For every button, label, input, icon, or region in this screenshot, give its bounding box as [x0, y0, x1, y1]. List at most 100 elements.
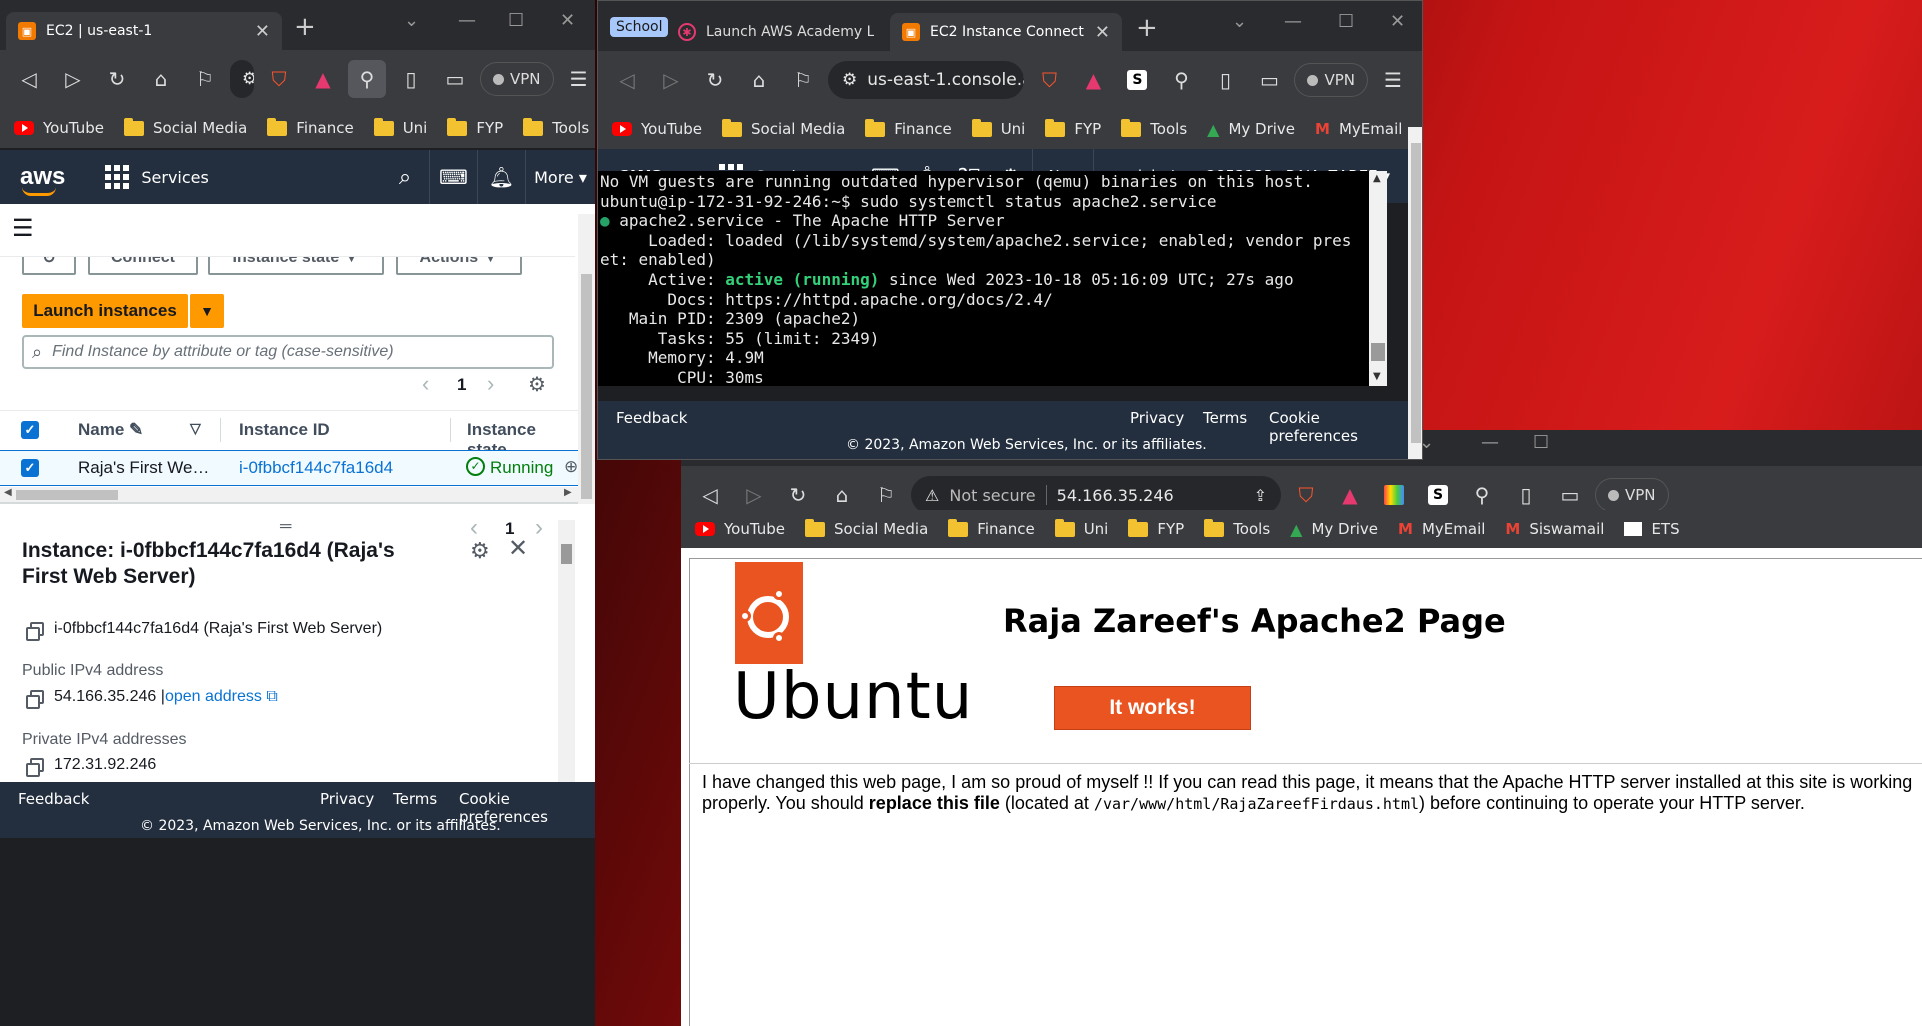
reload-icon[interactable]: ↻: [98, 60, 136, 98]
bookmark-tools[interactable]: Tools: [1121, 118, 1187, 138]
back-icon[interactable]: ◁: [10, 60, 48, 98]
menu-icon[interactable]: ☰: [560, 60, 595, 98]
close-tab-icon[interactable]: ✕: [245, 21, 270, 42]
new-tab-button[interactable]: +: [1136, 15, 1158, 41]
extensions-icon[interactable]: ⚲: [1463, 476, 1501, 514]
bookmark-finance[interactable]: Finance: [267, 117, 354, 137]
tab-learner-lab[interactable]: ✱ Launch AWS Academy Learner Lab: [666, 13, 886, 51]
bookmark-fyp[interactable]: FYP: [447, 117, 503, 137]
forward-icon[interactable]: ▷: [735, 476, 773, 514]
home-icon[interactable]: ⌂: [823, 476, 861, 514]
bookmark-tools[interactable]: Tools: [1204, 518, 1270, 538]
home-icon[interactable]: ⌂: [142, 60, 180, 98]
vpn-button[interactable]: VPN: [1595, 478, 1669, 512]
page-vertical-scrollbar[interactable]: [1408, 127, 1422, 459]
horizontal-scrollbar[interactable]: ◀ ▶: [0, 487, 578, 503]
search-field[interactable]: ⌕ Find Instance by attribute or tag (cas…: [22, 335, 554, 369]
vpn-button[interactable]: VPN: [480, 62, 554, 96]
bookmark-icon[interactable]: ⚐: [186, 60, 224, 98]
row-checkbox[interactable]: ✓: [21, 459, 39, 477]
bookmark-youtube[interactable]: YouTube: [14, 119, 104, 137]
preferences-gear-icon[interactable]: ⚙: [528, 372, 546, 397]
brave-shield-icon[interactable]: ⛉: [1287, 476, 1325, 514]
close-window-icon[interactable]: ✕: [560, 10, 575, 31]
home-icon[interactable]: ⌂: [740, 61, 778, 99]
scrollbar-thumb[interactable]: [581, 274, 592, 499]
bookmark-ets[interactable]: ETS: [1624, 520, 1680, 538]
zoom-icon[interactable]: ⊕: [564, 457, 578, 477]
url-text[interactable]: us-east-1.console.aws.a...: [867, 70, 1024, 90]
bookmark-uni[interactable]: Uni: [373, 117, 427, 137]
close-window-icon[interactable]: ✕: [1390, 11, 1405, 32]
brave-rewards-icon[interactable]: ▲: [1074, 61, 1112, 99]
back-icon[interactable]: ◁: [608, 61, 646, 99]
launch-instances-button[interactable]: Launch instances: [22, 294, 188, 328]
instance-state-button[interactable]: Instance state ▼: [208, 257, 384, 275]
minimize-icon[interactable]: —: [1284, 11, 1302, 32]
address-bar[interactable]: ⚙ us-east-1.console.aws.a... ⇪: [828, 61, 1025, 99]
copy-icon[interactable]: [26, 757, 44, 777]
prev-page-icon[interactable]: ‹: [422, 371, 429, 397]
chevron-down-icon[interactable]: ⌄: [1232, 11, 1247, 32]
services-menu[interactable]: Services: [105, 165, 209, 189]
url-text[interactable]: 54.166.35.246: [1057, 486, 1174, 505]
scrollbar-thumb[interactable]: [561, 544, 572, 564]
bookmark-tools[interactable]: Tools: [523, 117, 589, 137]
reload-icon[interactable]: ↻: [779, 476, 817, 514]
bookmark-social-media[interactable]: Social Media: [722, 118, 845, 138]
terms-link[interactable]: Terms: [393, 790, 437, 808]
cookie-preferences-link[interactable]: Cookie preferences: [1269, 409, 1408, 445]
scrollbar-thumb[interactable]: [1371, 343, 1385, 361]
bookmark-siswamail[interactable]: M Siswamail: [1505, 520, 1604, 538]
tab-ec2-instance-connect[interactable]: ▣ EC2 Instance Connect | us-east-1 ✕: [890, 13, 1122, 51]
maximize-icon[interactable]: ☐: [1338, 11, 1354, 32]
share-icon[interactable]: ⇪: [1254, 486, 1267, 505]
bookmark-icon[interactable]: ⚐: [867, 476, 905, 514]
next-page-icon[interactable]: ›: [487, 371, 494, 397]
bookmark-youtube[interactable]: YouTube: [695, 520, 785, 538]
bookmark-myemail[interactable]: M MyEmail: [1315, 120, 1402, 138]
bookmark-fyp[interactable]: FYP: [1128, 518, 1184, 538]
bookmark-social-media[interactable]: Social Media: [124, 117, 247, 137]
sidebar-icon[interactable]: ▯: [1507, 476, 1545, 514]
main-vertical-scrollbar[interactable]: [578, 214, 595, 504]
color-extension-icon[interactable]: [1375, 476, 1413, 514]
tab-ec2[interactable]: ▣ EC2 | us-east-1 ✕: [6, 12, 282, 50]
chevron-down-icon[interactable]: ⌄: [404, 10, 419, 31]
instance-id-link[interactable]: i-0fbbcf144c7fa16d4: [239, 458, 393, 478]
close-details-icon[interactable]: ✕: [508, 534, 528, 563]
bookmark-my-drive[interactable]: ▲ My Drive: [1290, 520, 1378, 539]
minimize-icon[interactable]: —: [1481, 432, 1499, 453]
brave-shield-icon[interactable]: ⛉: [260, 60, 298, 98]
terminal[interactable]: No VM guests are running outdated hyperv…: [598, 171, 1369, 386]
sidebar-icon[interactable]: ▯: [392, 60, 430, 98]
connect-button[interactable]: Connect: [88, 257, 198, 275]
extensions-icon[interactable]: ⚲: [348, 60, 386, 98]
reload-icon[interactable]: ↻: [696, 61, 734, 99]
hamburger-icon[interactable]: ☰: [12, 214, 34, 243]
copy-icon[interactable]: [26, 689, 44, 709]
external-link-icon[interactable]: ⧉: [266, 688, 277, 705]
new-tab-button[interactable]: +: [294, 14, 316, 40]
brave-rewards-icon[interactable]: ▲: [304, 60, 342, 98]
forward-icon[interactable]: ▷: [54, 60, 92, 98]
address-bar[interactable]: ⚙ ⇪: [230, 60, 254, 98]
aws-logo[interactable]: aws: [0, 163, 85, 196]
terms-link[interactable]: Terms: [1203, 409, 1247, 427]
open-address-link[interactable]: open address: [165, 688, 262, 705]
terminal-scrollbar[interactable]: ▲ ▼: [1369, 171, 1387, 386]
col-name[interactable]: Name ✎: [78, 420, 143, 440]
site-settings-icon[interactable]: ⚙: [242, 69, 254, 89]
bookmark-myemail[interactable]: M MyEmail: [1398, 520, 1485, 538]
maximize-icon[interactable]: ☐: [508, 10, 524, 31]
bookmark-uni[interactable]: Uni: [971, 118, 1025, 138]
sidebar-icon[interactable]: ▯: [1206, 61, 1244, 99]
bookmark-youtube[interactable]: YouTube: [612, 120, 702, 138]
s-extension-icon[interactable]: S: [1118, 61, 1156, 99]
back-icon[interactable]: ◁: [691, 476, 729, 514]
bookmark-fyp[interactable]: FYP: [1045, 118, 1101, 138]
scrollbar-thumb[interactable]: [16, 490, 118, 500]
forward-icon[interactable]: ▷: [652, 61, 690, 99]
copy-icon[interactable]: [26, 621, 44, 641]
cloudshell-icon[interactable]: ⌨: [429, 150, 477, 204]
